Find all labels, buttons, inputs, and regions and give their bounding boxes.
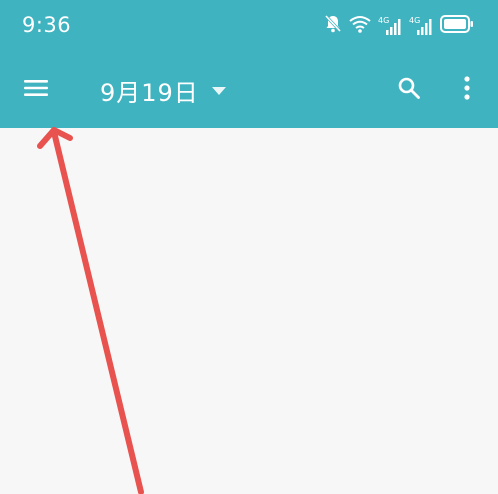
app-bar: 9:36 4G 4G 9月19日 — [0, 0, 498, 128]
battery-icon — [440, 15, 474, 37]
caret-down-icon — [211, 81, 227, 100]
search-icon — [397, 76, 421, 104]
toolbar: 9月19日 — [0, 58, 498, 122]
signal-4g-icon: 4G — [409, 16, 433, 36]
signal-4g-icon: 4G — [378, 16, 402, 36]
status-icons: 4G 4G — [324, 14, 474, 38]
more-vertical-icon — [463, 76, 471, 104]
hamburger-menu-button[interactable] — [18, 74, 54, 106]
status-bar: 9:36 4G 4G — [0, 0, 498, 52]
search-button[interactable] — [392, 74, 426, 106]
bell-muted-icon — [324, 14, 342, 38]
date-label: 9月19日 — [100, 78, 199, 107]
hamburger-menu-icon — [24, 79, 48, 101]
status-time: 9:36 — [22, 13, 72, 37]
date-selector[interactable]: 9月19日 — [100, 72, 227, 108]
wifi-icon — [349, 15, 371, 37]
main-content — [0, 128, 498, 494]
more-options-button[interactable] — [454, 74, 480, 106]
